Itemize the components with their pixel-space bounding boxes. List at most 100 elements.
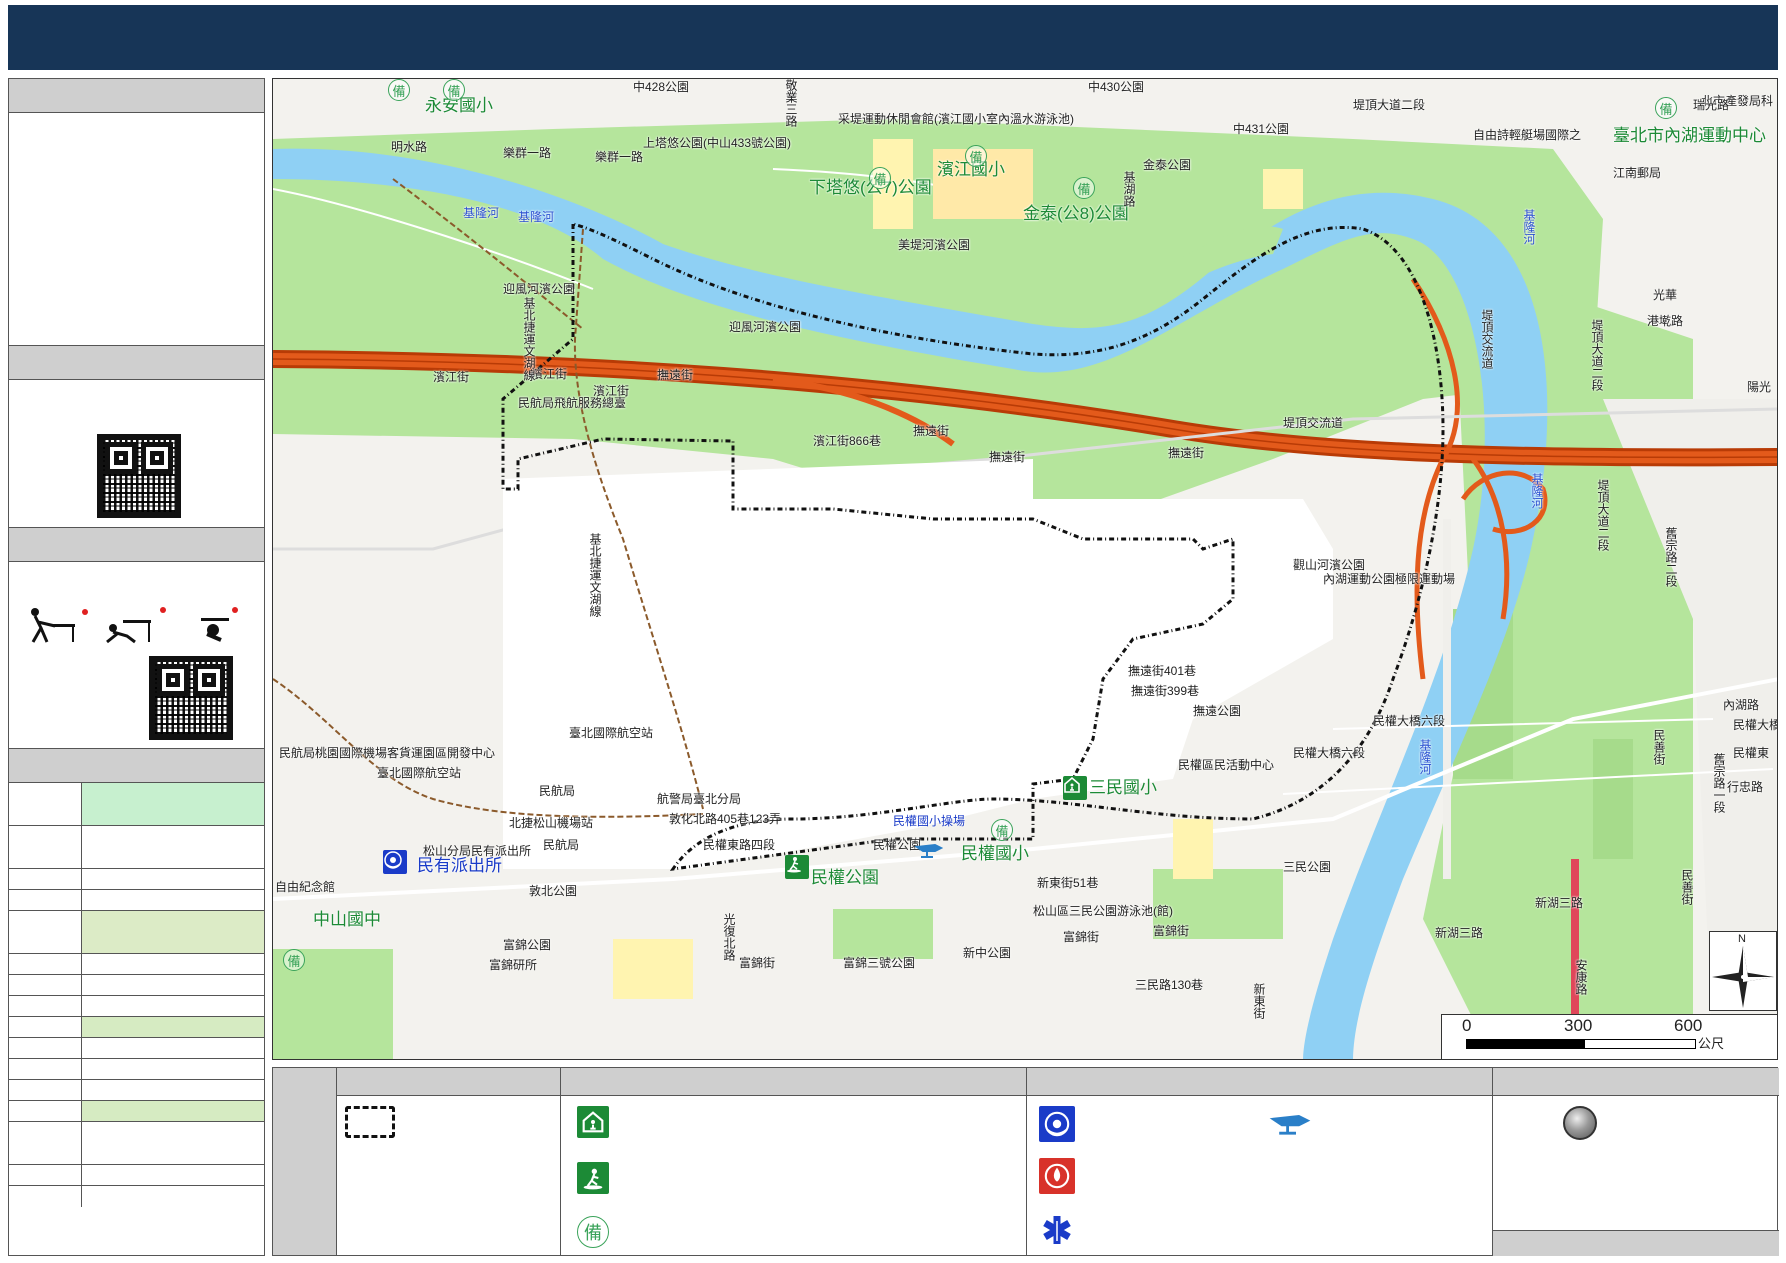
map-label: 迎風河濱公園 <box>503 282 576 296</box>
map-label: 行忠路 <box>1727 780 1764 794</box>
map-label: 自由詩輕艇場國際之 <box>1473 128 1582 142</box>
map-label: 港墘路 <box>1647 314 1684 328</box>
legend-column-header <box>1493 1068 1779 1096</box>
legend-panel: 備 <box>272 1067 1779 1256</box>
map-label: 基北捷運文湖線 <box>588 533 602 617</box>
reserve-icon: 備 <box>443 79 465 101</box>
reserve-icon: 備 <box>869 167 891 189</box>
evacuation-park-icon[interactable] <box>785 855 809 879</box>
marker-icon <box>1563 1106 1597 1140</box>
river-label: 基隆河 <box>518 210 555 224</box>
map-label: 富錦街 <box>1153 924 1190 938</box>
map-label: 臺北國際航空站 <box>569 726 654 740</box>
river-label: 基隆河 <box>1418 739 1432 775</box>
map-label: 敦北公園 <box>529 884 578 898</box>
qr-code[interactable] <box>149 656 233 740</box>
map-label: 民權區民活動中心 <box>1178 758 1275 772</box>
map-label: 民權國小操場 <box>893 814 966 828</box>
sidebar-text-panel <box>9 113 264 346</box>
reserve-icon: 備 <box>1655 97 1677 119</box>
map-label: 迎風河濱公園 <box>729 320 802 334</box>
map-label: 民權東路四段 <box>703 838 776 852</box>
table-cell <box>82 1101 264 1121</box>
map-label: 中山國中 <box>313 910 381 929</box>
reserve-icon: 備 <box>388 79 410 101</box>
medical-icon <box>1039 1212 1075 1248</box>
map-label: 中431公園 <box>1233 122 1290 136</box>
map-label: 光復北路 <box>722 913 736 961</box>
helipad-icon[interactable] <box>913 839 943 863</box>
map-label: 民善街 <box>1680 869 1694 905</box>
map-label: 堤頂交流道 <box>1283 416 1344 430</box>
map-label: 航警局臺北分局 <box>657 792 742 806</box>
title-bar <box>8 5 1778 70</box>
map-label: 堤頂大道二段 <box>1590 319 1604 391</box>
map-label: 松山區三民公園游泳池(館) <box>1033 904 1173 918</box>
legend-column-header <box>561 1068 1027 1096</box>
map-label: 撫遠街 <box>657 368 694 382</box>
river-label: 基隆河 <box>463 206 500 220</box>
map-label: 中428公園 <box>633 80 690 94</box>
map-label: 撫遠街399巷 <box>1131 684 1200 698</box>
map-label: 富錦街 <box>739 956 776 970</box>
map-label: 民權大橋六段 <box>1293 746 1366 760</box>
map-label: 撫遠公園 <box>1193 704 1242 718</box>
map-label: 臺北市內湖運動中心 <box>1613 126 1766 145</box>
map-label: 敦化北路405巷123弄 <box>669 812 782 826</box>
legend-side-header <box>273 1068 337 1255</box>
river-label: 基隆河 <box>1522 209 1536 245</box>
earthquake-guide-panel <box>9 562 264 749</box>
drop-cover-hold-icon <box>31 607 238 644</box>
shelter-icon[interactable] <box>1063 776 1087 800</box>
map-label: 撫遠街 <box>989 450 1026 464</box>
sidebar-section-header <box>9 749 264 783</box>
map-label: 新湖三路 <box>1435 926 1484 940</box>
map-label: 光華 <box>1653 288 1678 302</box>
boundary-icon <box>345 1106 395 1138</box>
map-label: 樂群一路 <box>595 150 644 164</box>
helipad-icon <box>1263 1106 1315 1138</box>
map-label: 基北捷運文湖線 <box>522 297 536 381</box>
reserve-icon: 備 <box>991 819 1013 841</box>
fire-icon <box>1039 1158 1075 1194</box>
basemap <box>273 119 1777 1059</box>
map-panel[interactable]: 永安國小 中428公園 中430公園 堤頂大道二段 北市產發局科 臺北市內湖運動… <box>272 78 1778 1060</box>
map-label: 民權公園 <box>811 868 879 887</box>
map-label: 瑞光路 <box>1693 98 1730 112</box>
table-cell <box>82 783 264 825</box>
map-label: 陽光 <box>1747 380 1772 394</box>
map-label: 撫遠街 <box>1168 446 1205 460</box>
map-label: 樂群一路 <box>503 146 552 160</box>
map-label: 觀山河濱公園 <box>1293 558 1366 572</box>
map-label: 民航局 <box>539 784 576 798</box>
sidebar-section-header <box>9 528 264 562</box>
map-label: 中430公園 <box>1088 80 1145 94</box>
map-label: 內湖運動公園極限運動場 <box>1323 572 1456 586</box>
table-cell <box>82 1017 264 1037</box>
north-arrow-icon: N <box>1709 931 1777 1011</box>
map-label: 江南郵局 <box>1613 166 1662 180</box>
river-label: 基隆河 <box>1530 473 1544 509</box>
contact-table <box>9 783 264 1207</box>
map-label: 撫遠街401巷 <box>1128 664 1197 678</box>
map-label: 新中公園 <box>963 946 1012 960</box>
legend-column-header <box>1027 1068 1493 1096</box>
legend-boundary-column <box>337 1096 561 1256</box>
qr-code[interactable] <box>97 434 181 518</box>
map-label: 民權東 <box>1733 746 1770 760</box>
map-label: 安康路 <box>1574 959 1588 995</box>
map-label: 濱江街 <box>531 367 568 381</box>
map-label: 臺北國際航空站 <box>377 766 462 780</box>
sidebar-section-header <box>9 346 264 380</box>
sidebar-section-header <box>9 79 264 113</box>
map-label: 民有派出所 <box>417 856 502 875</box>
map-label: 舊宗路一段 <box>1712 753 1726 813</box>
reserve-icon: 備 <box>965 145 987 167</box>
map-label: 富錦研所 <box>489 958 538 972</box>
map-label: 采堤運動休閒會館(濱江國小室內溫水游泳池) <box>838 112 1074 126</box>
police-icon[interactable] <box>383 850 407 874</box>
map-label: 濱江街 <box>433 370 470 384</box>
map-label: 民權大橋六段 <box>1373 714 1446 728</box>
map-label: 三民國小 <box>1089 778 1157 797</box>
map-label: 三民公園 <box>1283 860 1332 874</box>
